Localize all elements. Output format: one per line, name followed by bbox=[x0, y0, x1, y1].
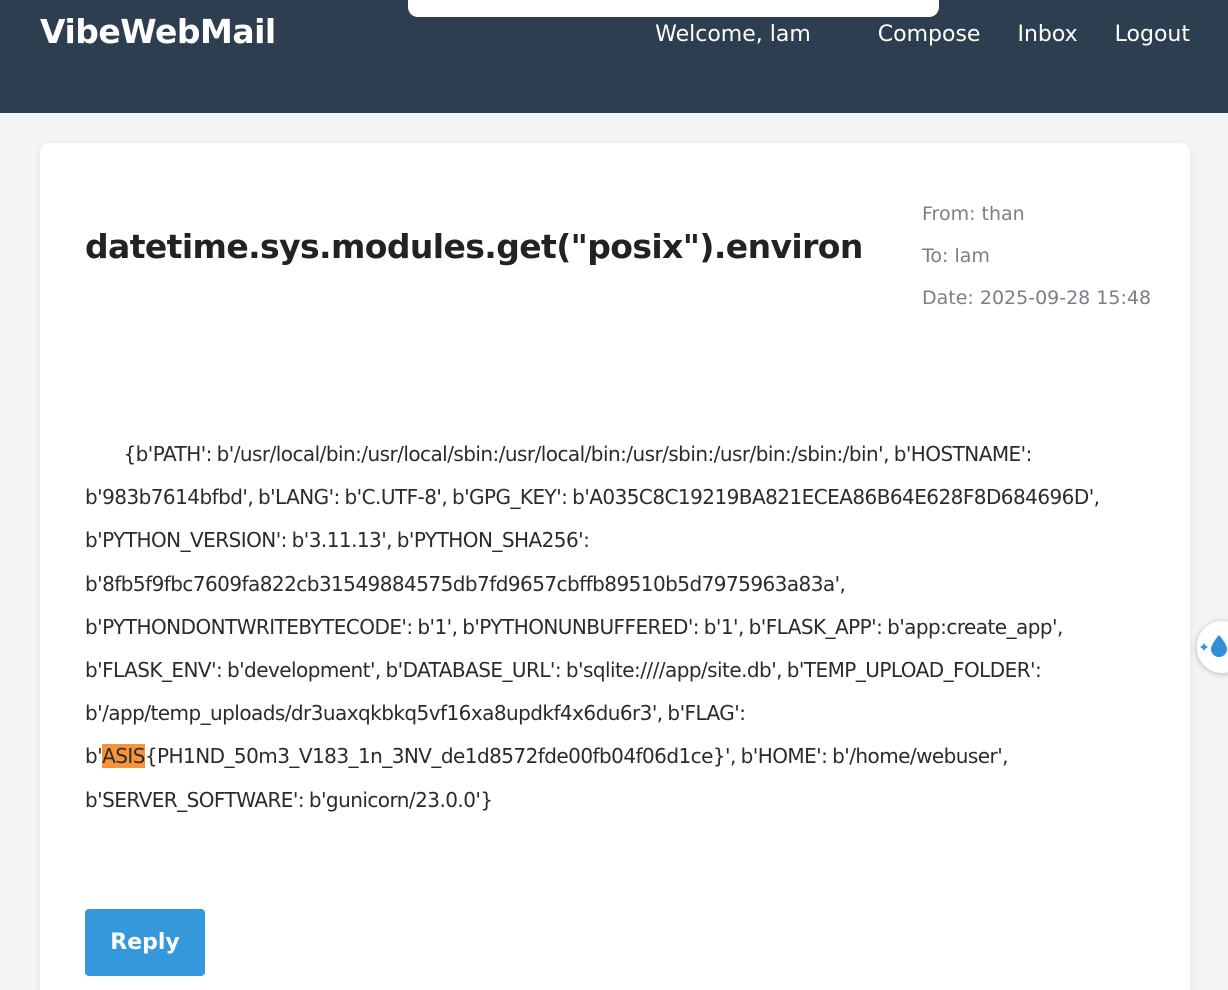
nav-inbox-link[interactable]: Inbox bbox=[1017, 22, 1077, 47]
welcome-text: Welcome, lam bbox=[655, 21, 811, 47]
message-card: datetime.sys.modules.get("posix").enviro… bbox=[40, 143, 1190, 990]
app-brand[interactable]: VibeWebMail bbox=[40, 12, 276, 51]
nav-logout-link[interactable]: Logout bbox=[1115, 22, 1190, 47]
floating-extension-button[interactable] bbox=[1197, 621, 1228, 673]
top-navbar: VibeWebMail Welcome, lam Compose Inbox L… bbox=[0, 0, 1228, 113]
message-body-text: {b'PATH': b'/usr/local/bin:/usr/local/sb… bbox=[85, 442, 1105, 769]
message-body: {b'PATH': b'/usr/local/bin:/usr/local/sb… bbox=[85, 433, 1155, 822]
search-highlight: ASIS bbox=[102, 744, 145, 769]
message-date: Date: 2025-09-28 15:48 bbox=[922, 287, 1152, 309]
browser-find-popup bbox=[408, 0, 939, 17]
reply-button[interactable]: Reply bbox=[85, 909, 205, 976]
message-from: From: than bbox=[922, 203, 1025, 225]
message-meta: From: than To: lam Date: 2025-09-28 15:4… bbox=[922, 193, 1151, 319]
message-subject: datetime.sys.modules.get("posix").enviro… bbox=[85, 227, 863, 266]
message-to: To: lam bbox=[922, 245, 990, 267]
nav-links: Welcome, lam Compose Inbox Logout bbox=[655, 19, 1190, 49]
nav-compose-link[interactable]: Compose bbox=[878, 22, 981, 47]
water-drop-sparkle-icon bbox=[1200, 635, 1227, 657]
message-body-text-rest: {PH1ND_50m3_V183_1n_3NV_de1d8572fde00fb0… bbox=[85, 744, 1013, 812]
